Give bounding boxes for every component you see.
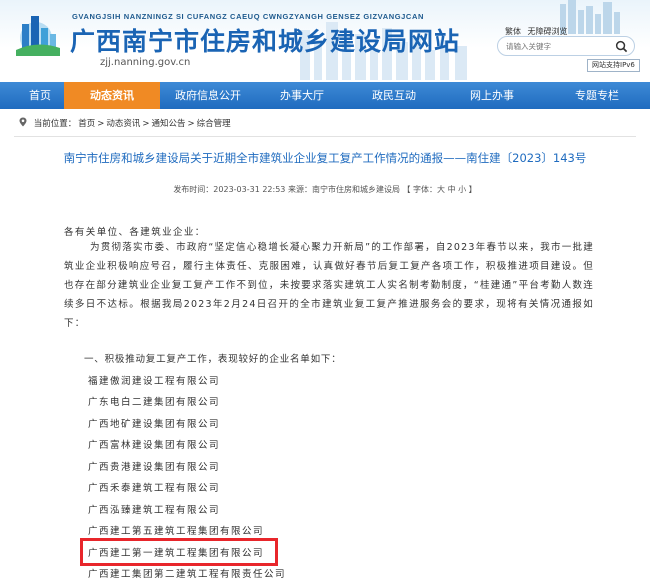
company-list-item: 广西贵港建设集团有限公司 <box>88 462 221 473</box>
search-input[interactable] <box>506 40 610 52</box>
nav-item-service-hall[interactable]: 办事大厅 <box>256 82 348 109</box>
highlight-box <box>80 538 278 566</box>
site-domain: zjj.nanning.gov.cn <box>100 57 191 68</box>
accessibility-link[interactable]: 无障碍浏览 <box>528 27 568 36</box>
breadcrumb-separator: > <box>142 119 150 129</box>
company-list-item: 广西禾泰建筑工程有限公司 <box>88 483 221 494</box>
nav-item-gov-info[interactable]: 政府信息公开 <box>160 82 256 109</box>
article-meta: 发布时间：2023-03-31 22:53 来源：南宁市住房和城乡建设局 【 字… <box>173 185 477 194</box>
search-box <box>497 36 635 56</box>
company-list-item: 广西建工集团第二建筑工程有限责任公司 <box>88 569 287 580</box>
traditional-chinese-link[interactable]: 繁体 <box>505 27 521 36</box>
company-list-item: 福建傲润建设工程有限公司 <box>88 376 221 387</box>
company-list-item: 广西地矿建设集团有限公司 <box>88 419 221 430</box>
search-icon[interactable] <box>615 40 628 53</box>
city-logo-icon[interactable] <box>14 10 60 56</box>
section-heading: 一、积极推动复工复产工作，表现较好的企业名单如下： <box>84 354 342 365</box>
nav-item-news[interactable]: 动态资讯 <box>64 82 160 109</box>
site-pinyin-title: GVANGJSIH NANZNINGZ SI CUFANGZ CAEUQ CWN… <box>72 12 424 21</box>
breadcrumb-news[interactable]: 动态资讯 <box>106 119 140 129</box>
breadcrumb-prefix: 当前位置： <box>33 119 77 129</box>
article-title: 南宁市住房和城乡建设局关于近期全市建筑业企业复工复产工作情况的通报——南住建〔2… <box>63 151 587 165</box>
breadcrumb-separator: > <box>97 119 105 129</box>
breadcrumb-separator: > <box>187 119 195 129</box>
nav-item-online-service[interactable]: 网上办事 <box>440 82 544 109</box>
main-nav: 首页 动态资讯 政府信息公开 办事大厅 政民互动 网上办事 专题专栏 <box>0 82 650 109</box>
content-divider <box>14 136 636 137</box>
breadcrumb-home[interactable]: 首页 <box>78 119 95 129</box>
breadcrumb-notices[interactable]: 通知公告 <box>152 119 186 129</box>
company-list-item: 广西建工第五建筑工程集团有限公司 <box>88 526 265 537</box>
site-header: GVANGJSIH NANZNINGZ SI CUFANGZ CAEUQ CWN… <box>0 0 650 80</box>
location-icon <box>19 117 27 127</box>
site-title[interactable]: 广西南宁市住房和城乡建设局网站 <box>70 22 460 58</box>
company-list-item: 广东电白二建集团有限公司 <box>88 397 221 408</box>
company-list-item: 广西富林建设集团有限公司 <box>88 440 221 451</box>
article-salutation: 各有关单位、各建筑业企业： <box>64 227 206 238</box>
breadcrumb-general[interactable]: 综合管理 <box>197 119 231 129</box>
company-list-item: 广西泓臻建筑工程有限公司 <box>88 505 221 516</box>
nav-item-interaction[interactable]: 政民互动 <box>348 82 440 109</box>
article-paragraph: 为贯彻落实市委、市政府“坚定信心稳增长凝心聚力开新局”的工作部署，自2023年春… <box>64 242 594 329</box>
ipv6-badge: 网站支持IPv6 <box>587 59 640 72</box>
nav-item-topics[interactable]: 专题专栏 <box>544 82 650 109</box>
breadcrumb: 当前位置： 首页 > 动态资讯 > 通知公告 > 综合管理 <box>18 117 233 129</box>
